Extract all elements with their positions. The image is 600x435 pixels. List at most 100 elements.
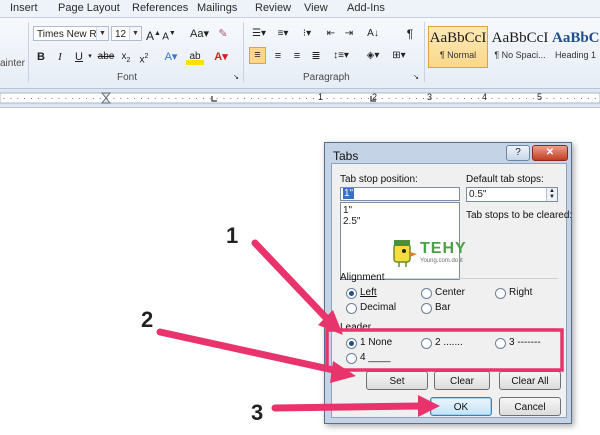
- align-center-radio[interactable]: [421, 288, 432, 299]
- clear-button[interactable]: Clear: [434, 371, 490, 390]
- ruler-number: 2: [372, 92, 378, 102]
- horizontal-ruler[interactable]: 1 2 3 4 5: [0, 89, 600, 108]
- ribbon: ainter Times New Rom ▼ 12 ▼ A▲ A▼ Aa▾ ✎ …: [0, 18, 600, 89]
- tab-stop-position-label: Tab stop position:: [340, 174, 418, 185]
- ruler-number: 4: [482, 92, 488, 102]
- chevron-down-icon[interactable]: ▼: [96, 27, 108, 40]
- font-size-value: 12: [115, 29, 127, 40]
- tab-add-ins[interactable]: Add-Ins: [347, 2, 385, 14]
- align-bar-radio[interactable]: [421, 303, 432, 314]
- tab-stop-position-input[interactable]: 1": [340, 187, 460, 201]
- ribbon-divider: [243, 22, 244, 82]
- align-right-label[interactable]: Right: [509, 287, 532, 298]
- ruler-graphic: [0, 92, 600, 104]
- leader-underline-radio[interactable]: [346, 353, 357, 364]
- default-tab-stops-value: 0.5": [469, 189, 487, 200]
- tab-stops-to-be-cleared-label: Tab stops to be cleared:: [466, 210, 573, 221]
- style-sample: AaBbCcI: [491, 30, 549, 46]
- chevron-down-icon[interactable]: ▼: [129, 27, 141, 40]
- style-name: Heading 1: [554, 50, 597, 60]
- step-2-label: 2: [141, 307, 154, 332]
- default-tab-stops-input[interactable]: 0.5" ▲ ▼: [466, 187, 558, 202]
- close-button[interactable]: ✕: [532, 145, 568, 161]
- help-button[interactable]: ?: [506, 145, 530, 161]
- underline-icon[interactable]: U: [72, 49, 86, 65]
- align-center-label[interactable]: Center: [435, 287, 465, 298]
- leader-underline-label[interactable]: 4 ____: [360, 352, 391, 363]
- line-spacing-icon[interactable]: ↕≡▾: [331, 48, 351, 64]
- justify-icon[interactable]: ≣: [308, 48, 324, 64]
- align-left-radio[interactable]: [346, 288, 357, 299]
- font-size-combo[interactable]: 12 ▼: [111, 26, 142, 41]
- leader-dots-radio[interactable]: [421, 338, 432, 349]
- tab-mailings[interactable]: Mailings: [197, 2, 237, 14]
- style-sample: AaBbCc: [552, 30, 600, 46]
- dialog-launcher-icon[interactable]: ↘: [412, 70, 420, 86]
- show-hide-icon[interactable]: ¶: [403, 26, 417, 42]
- spinner-icon[interactable]: ▲ ▼: [546, 188, 557, 201]
- leader-dashes-radio[interactable]: [495, 338, 506, 349]
- style-name: ¶ No Spaci...: [494, 50, 546, 60]
- tab-insert[interactable]: Insert: [10, 2, 38, 14]
- format-painter-label[interactable]: ainter: [0, 58, 25, 69]
- align-decimal-label[interactable]: Decimal: [360, 302, 396, 313]
- font-group-label: Font: [117, 72, 138, 83]
- decrease-indent-icon[interactable]: ⇤: [324, 26, 338, 42]
- tab-view[interactable]: View: [304, 2, 328, 14]
- tab-references[interactable]: References: [132, 2, 188, 14]
- align-bar-label[interactable]: Bar: [435, 302, 451, 313]
- bold-icon[interactable]: B: [34, 49, 48, 65]
- style-normal[interactable]: AaBbCcI ¶ Normal: [428, 26, 488, 68]
- help-icon: ?: [515, 147, 521, 158]
- ribbon-divider: [424, 22, 425, 82]
- ruler-number: 1: [318, 92, 324, 102]
- italic-icon[interactable]: I: [53, 49, 67, 65]
- leader-dots-label[interactable]: 2 .......: [435, 337, 463, 348]
- shading-icon[interactable]: ◈▾: [363, 48, 383, 64]
- cancel-button[interactable]: Cancel: [499, 397, 561, 416]
- change-case-icon[interactable]: Aa▾: [190, 26, 209, 42]
- grow-font-icon[interactable]: A▲: [146, 26, 161, 43]
- clear-all-button[interactable]: Clear All: [499, 371, 561, 390]
- leader-none-radio[interactable]: [346, 338, 357, 349]
- align-left-icon[interactable]: ≡: [249, 47, 266, 64]
- watermark-brand: TEHY: [420, 240, 467, 257]
- shrink-font-icon[interactable]: A▼: [162, 26, 176, 42]
- style-no-spacing[interactable]: AaBbCcI ¶ No Spaci...: [490, 26, 550, 68]
- list-item[interactable]: 2.5": [343, 216, 457, 227]
- superscript-icon[interactable]: x2: [137, 49, 151, 65]
- ok-button[interactable]: OK: [430, 397, 492, 416]
- text-effects-icon[interactable]: A▾: [162, 49, 180, 65]
- paragraph-group-label: Paragraph: [303, 72, 350, 83]
- tab-review[interactable]: Review: [255, 2, 291, 14]
- list-item[interactable]: 1": [343, 205, 457, 216]
- highlight-icon[interactable]: ab: [186, 49, 204, 65]
- align-left-label[interactable]: Left: [360, 287, 377, 298]
- sort-icon[interactable]: A↓: [366, 26, 380, 42]
- increase-indent-icon[interactable]: ⇥: [342, 26, 356, 42]
- bullets-icon[interactable]: ☰▾: [250, 26, 268, 42]
- strikethrough-icon[interactable]: abe: [97, 49, 115, 65]
- chevron-down-icon[interactable]: ▾: [86, 49, 94, 65]
- align-decimal-radio[interactable]: [346, 303, 357, 314]
- font-name-combo[interactable]: Times New Rom ▼: [33, 26, 109, 41]
- clear-formatting-icon[interactable]: ✎: [216, 26, 230, 42]
- leader-dashes-label[interactable]: 3 -------: [509, 337, 541, 348]
- ribbon-tab-bar: Insert Page Layout References Mailings R…: [0, 0, 600, 18]
- tab-page-layout[interactable]: Page Layout: [58, 2, 120, 14]
- numbering-icon[interactable]: ≡▾: [274, 26, 292, 42]
- subscript-icon[interactable]: x2: [119, 49, 133, 65]
- set-button[interactable]: Set: [366, 371, 428, 390]
- align-right-icon[interactable]: ≡: [289, 48, 305, 64]
- font-color-icon[interactable]: A▾: [212, 49, 230, 65]
- tehy-logo-icon: [393, 240, 417, 267]
- dialog-launcher-icon[interactable]: ↘: [232, 70, 240, 86]
- multilevel-list-icon[interactable]: ⁝▾: [298, 26, 316, 42]
- leader-none-label[interactable]: 1 None: [360, 337, 392, 348]
- align-right-radio[interactable]: [495, 288, 506, 299]
- ruler-number: 3: [427, 92, 433, 102]
- dialog-body: Tab stop position: 1" 1" 2.5" TEHY Young…: [331, 163, 572, 418]
- borders-icon[interactable]: ⊞▾: [389, 48, 409, 64]
- style-heading-1[interactable]: AaBbCc Heading 1: [551, 26, 600, 68]
- align-center-icon[interactable]: ≡: [270, 48, 286, 64]
